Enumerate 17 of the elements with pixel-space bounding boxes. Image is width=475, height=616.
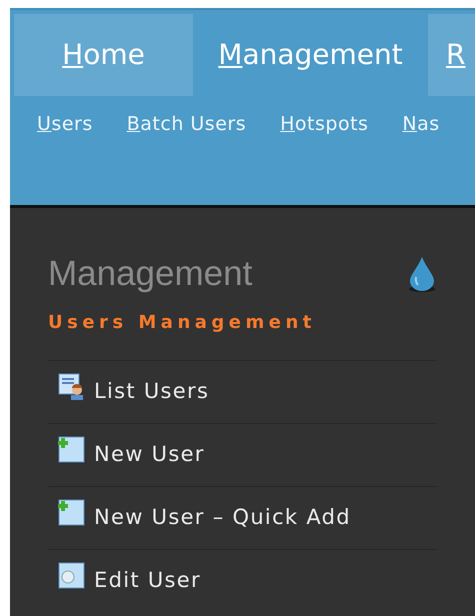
sidebar-title: Management [48,253,252,295]
section-heading: Users Management [48,310,317,334]
new-document-icon [58,498,85,526]
subnav-link[interactable]: Nas [402,110,440,138]
subnav-link[interactable]: Batch Users [126,110,246,138]
menu-item[interactable]: List Users [48,360,437,422]
nav-tab[interactable]: R [428,14,475,96]
menu-item[interactable]: New User [48,422,437,486]
menu-item[interactable]: New User – Quick Add [48,486,437,548]
edit-document-icon [58,562,85,590]
subnav-link[interactable]: Users [37,110,93,138]
new-document-icon [58,436,85,464]
menu-item[interactable]: Edit User [48,548,437,612]
subnav-link[interactable]: Hotspots [280,110,368,138]
list-user-icon [58,372,85,400]
water-drop-icon [407,255,437,294]
nav-tab[interactable]: Home [14,14,193,96]
